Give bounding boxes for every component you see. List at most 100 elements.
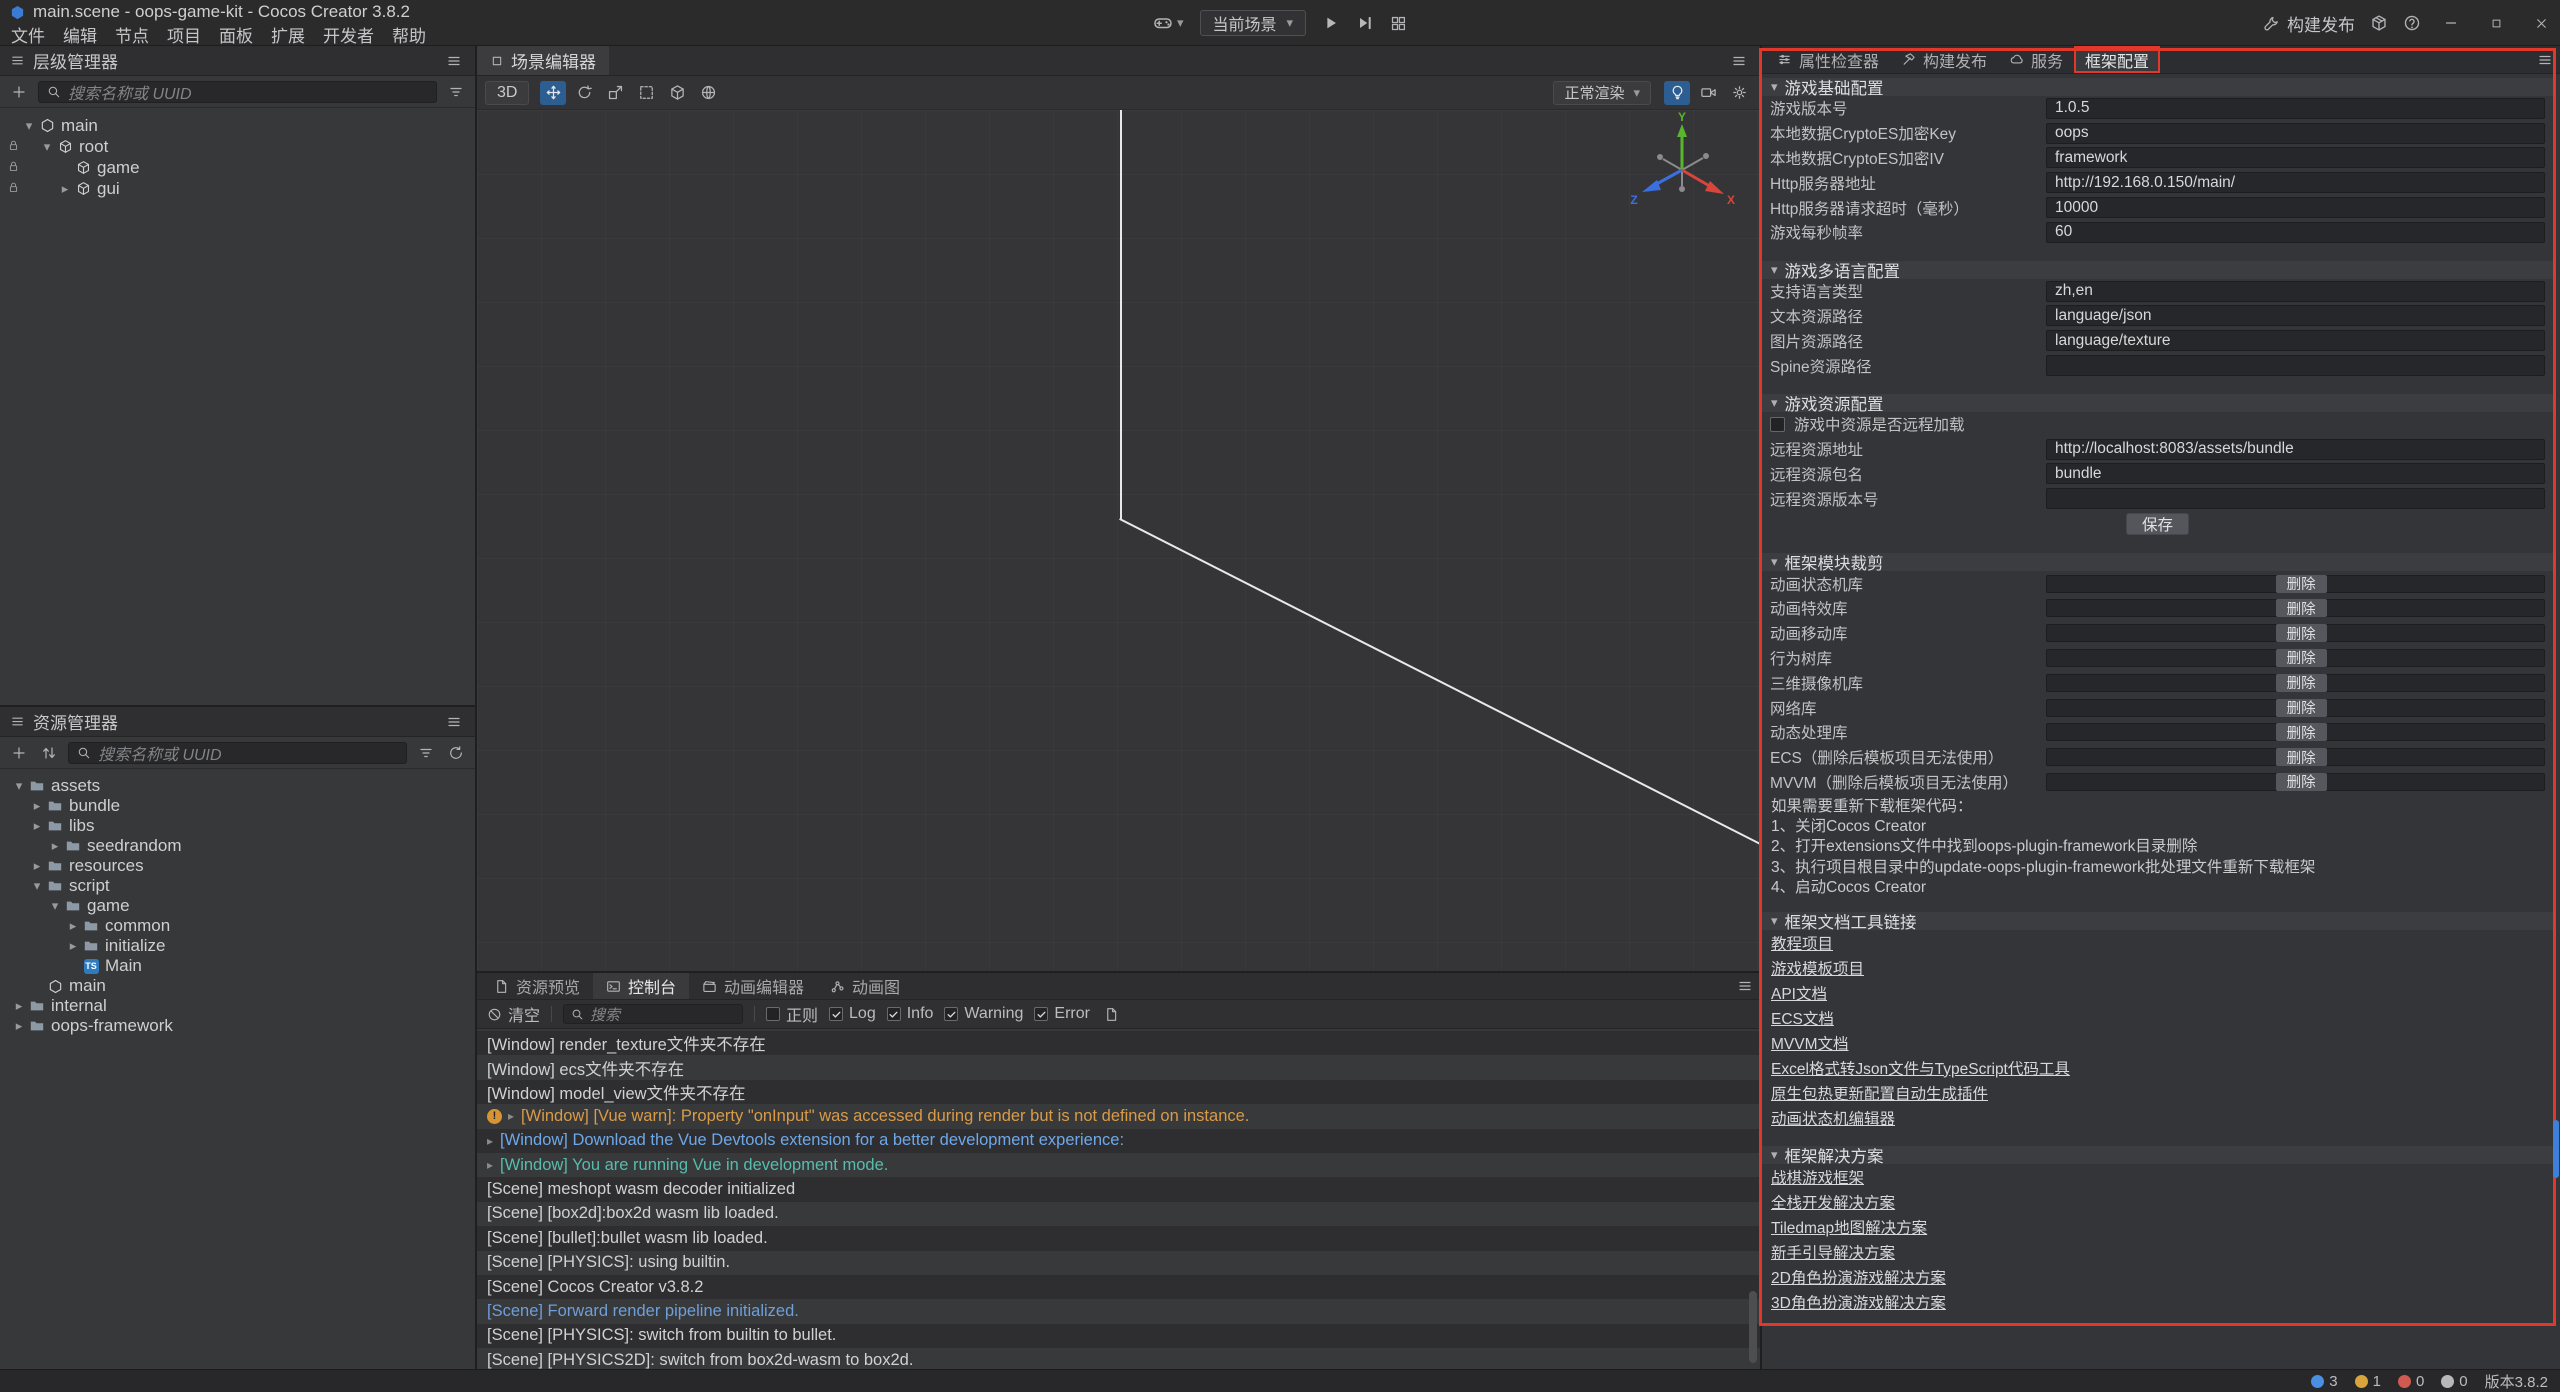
tab-framework-config[interactable]: 框架配置 <box>2074 46 2160 73</box>
console-log-row[interactable]: [Scene] [box2d]:box2d wasm lib loaded. <box>477 1202 1760 1226</box>
doc-link[interactable]: API文档 <box>1771 982 1827 1004</box>
log-export-button[interactable] <box>1101 1003 1123 1025</box>
section-header[interactable]: ▾游戏多语言配置 <box>1762 261 2553 279</box>
menu-project[interactable]: 项目 <box>158 22 210 46</box>
doc-link[interactable]: 新手引导解决方案 <box>1771 1241 1895 1263</box>
scene-settings-button[interactable] <box>1726 81 1752 105</box>
menu-edit[interactable]: 编辑 <box>54 22 106 46</box>
filter-warning[interactable]: Warning <box>944 1005 1023 1023</box>
menu-help[interactable]: 帮助 <box>383 22 435 46</box>
delete-button[interactable]: 删除 <box>2276 649 2327 667</box>
clear-console-button[interactable]: 清空 <box>487 1002 540 1026</box>
chevron-icon[interactable]: ▾ <box>38 139 56 155</box>
hierarchy-search-input[interactable]: 搜索名称或 UUID <box>38 81 437 103</box>
tree-node-game[interactable]: game <box>0 157 475 178</box>
tab-inspector[interactable]: 属性检查器 <box>1766 46 1890 73</box>
doc-link[interactable]: Excel格式转Json文件与TypeScript代码工具 <box>1771 1057 2070 1079</box>
console-menu-button[interactable] <box>1734 975 1756 997</box>
chevron-icon[interactable]: ▾ <box>20 118 38 134</box>
config-input[interactable]: language/texture <box>2046 330 2545 351</box>
filter-info[interactable]: Info <box>887 1005 934 1023</box>
console-tab-2[interactable]: 动画编辑器 <box>689 973 817 999</box>
console-log-row[interactable]: ▸[Window] You are running Vue in develop… <box>477 1153 1760 1177</box>
rect-tool-button[interactable] <box>633 81 659 105</box>
chevron-icon[interactable]: ▸ <box>56 181 74 197</box>
menu-file[interactable]: 文件 <box>2 22 54 46</box>
delete-button[interactable]: 删除 <box>2276 699 2327 717</box>
doc-link[interactable]: 3D角色扮演游戏解决方案 <box>1771 1291 1946 1313</box>
delete-button[interactable]: 删除 <box>2276 674 2327 692</box>
step-button[interactable] <box>1356 14 1374 32</box>
doc-link[interactable]: 全栈开发解决方案 <box>1771 1191 1895 1213</box>
lock-icon[interactable] <box>7 139 20 152</box>
chevron-icon[interactable]: ▸ <box>64 918 82 934</box>
chevron-icon[interactable]: ▾ <box>10 778 28 794</box>
tree-node-main[interactable]: main <box>0 976 475 996</box>
package-button[interactable] <box>2370 14 2388 32</box>
tab-build[interactable]: 构建发布 <box>1890 46 1998 73</box>
chevron-icon[interactable]: ▸ <box>10 998 28 1014</box>
tree-node-root[interactable]: ▾root <box>0 136 475 157</box>
tree-node-Main[interactable]: TSMain <box>0 956 475 976</box>
config-input[interactable]: oops <box>2046 123 2545 144</box>
assets-menu-button[interactable] <box>443 711 465 733</box>
filter-log[interactable]: Log <box>829 1005 876 1023</box>
render-mode-dropdown[interactable]: 正常渲染▾ <box>1553 81 1651 105</box>
console-tab-0[interactable]: 资源预览 <box>481 973 593 999</box>
status-count-notice[interactable]: 0 <box>2441 1373 2467 1390</box>
doc-link[interactable]: ECS文档 <box>1771 1007 1834 1029</box>
filter-error[interactable]: Error <box>1034 1005 1090 1023</box>
doc-link[interactable]: 教程项目 <box>1771 932 1833 954</box>
inspector-menu-button[interactable] <box>2534 49 2556 71</box>
section-header[interactable]: ▾框架文档工具链接 <box>1762 912 2553 930</box>
console-log-row[interactable]: ▸[Window] Download the Vue Devtools exte… <box>477 1129 1760 1153</box>
config-input[interactable]: bundle <box>2046 463 2545 484</box>
tree-node-bundle[interactable]: ▸bundle <box>0 796 475 816</box>
doc-link[interactable]: 原生包热更新配置自动生成插件 <box>1771 1082 1988 1104</box>
section-header[interactable]: ▾游戏基础配置 <box>1762 78 2553 96</box>
chevron-icon[interactable]: ▾ <box>46 898 64 914</box>
space-toggle-button[interactable] <box>695 81 721 105</box>
tree-node-game[interactable]: ▾game <box>0 896 475 916</box>
mode-3d-toggle[interactable]: 3D <box>485 81 529 105</box>
move-tool-button[interactable] <box>540 81 566 105</box>
menu-node[interactable]: 节点 <box>106 22 158 46</box>
doc-link[interactable]: 动画状态机编辑器 <box>1771 1107 1895 1129</box>
chevron-icon[interactable]: ▸ <box>46 838 64 854</box>
chevron-icon[interactable]: ▸ <box>28 798 46 814</box>
console-log-row[interactable]: [Scene] [bullet]:bullet wasm lib loaded. <box>477 1226 1760 1250</box>
console-log-row[interactable]: [Window] ecs文件夹不存在 <box>477 1055 1760 1079</box>
config-input[interactable]: http://localhost:8083/assets/bundle <box>2046 439 2545 460</box>
status-count-warning[interactable]: 1 <box>2355 1373 2381 1390</box>
build-publish-button[interactable]: 构建发布 <box>2263 11 2355 36</box>
hierarchy-menu-button[interactable] <box>443 50 465 72</box>
config-input[interactable]: 1.0.5 <box>2046 98 2545 119</box>
console-scrollbar-thumb[interactable] <box>1749 1291 1757 1363</box>
checkbox[interactable] <box>944 1007 958 1021</box>
section-header[interactable]: ▾框架解决方案 <box>1762 1146 2553 1164</box>
console-tab-3[interactable]: 动画图 <box>817 973 913 999</box>
tree-node-resources[interactable]: ▸resources <box>0 856 475 876</box>
menu-extension[interactable]: 扩展 <box>262 22 314 46</box>
preview-device-button[interactable]: ▾ <box>1153 13 1184 33</box>
chevron-icon[interactable]: ▸ <box>10 1018 28 1034</box>
tree-node-main[interactable]: ▾main <box>0 115 475 136</box>
scene-viewport[interactable]: YXZ <box>477 110 1760 971</box>
chevron-icon[interactable]: ▸ <box>28 858 46 874</box>
checkbox[interactable] <box>766 1007 780 1021</box>
tree-node-seedrandom[interactable]: ▸seedrandom <box>0 836 475 856</box>
delete-button[interactable]: 删除 <box>2276 599 2327 617</box>
doc-link[interactable]: 游戏模板项目 <box>1771 957 1864 979</box>
hierarchy-filter-button[interactable] <box>445 81 467 103</box>
tree-node-assets[interactable]: ▾assets <box>0 776 475 796</box>
config-input[interactable]: 60 <box>2046 222 2545 243</box>
tree-node-script[interactable]: ▾script <box>0 876 475 896</box>
tree-node-initialize[interactable]: ▸initialize <box>0 936 475 956</box>
lock-icon[interactable] <box>7 181 20 194</box>
delete-button[interactable]: 删除 <box>2276 773 2327 791</box>
config-input[interactable]: language/json <box>2046 305 2545 326</box>
help-button[interactable] <box>2403 14 2421 32</box>
section-header[interactable]: ▾游戏资源配置 <box>1762 394 2553 412</box>
add-node-button[interactable] <box>8 81 30 103</box>
regex-toggle[interactable]: 正则 <box>766 1002 818 1026</box>
